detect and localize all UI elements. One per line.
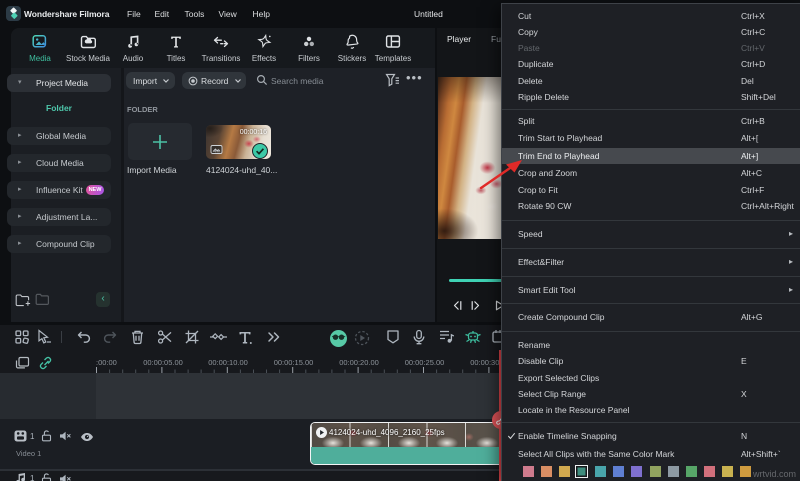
svg-text:4K: 4K [214,149,220,154]
